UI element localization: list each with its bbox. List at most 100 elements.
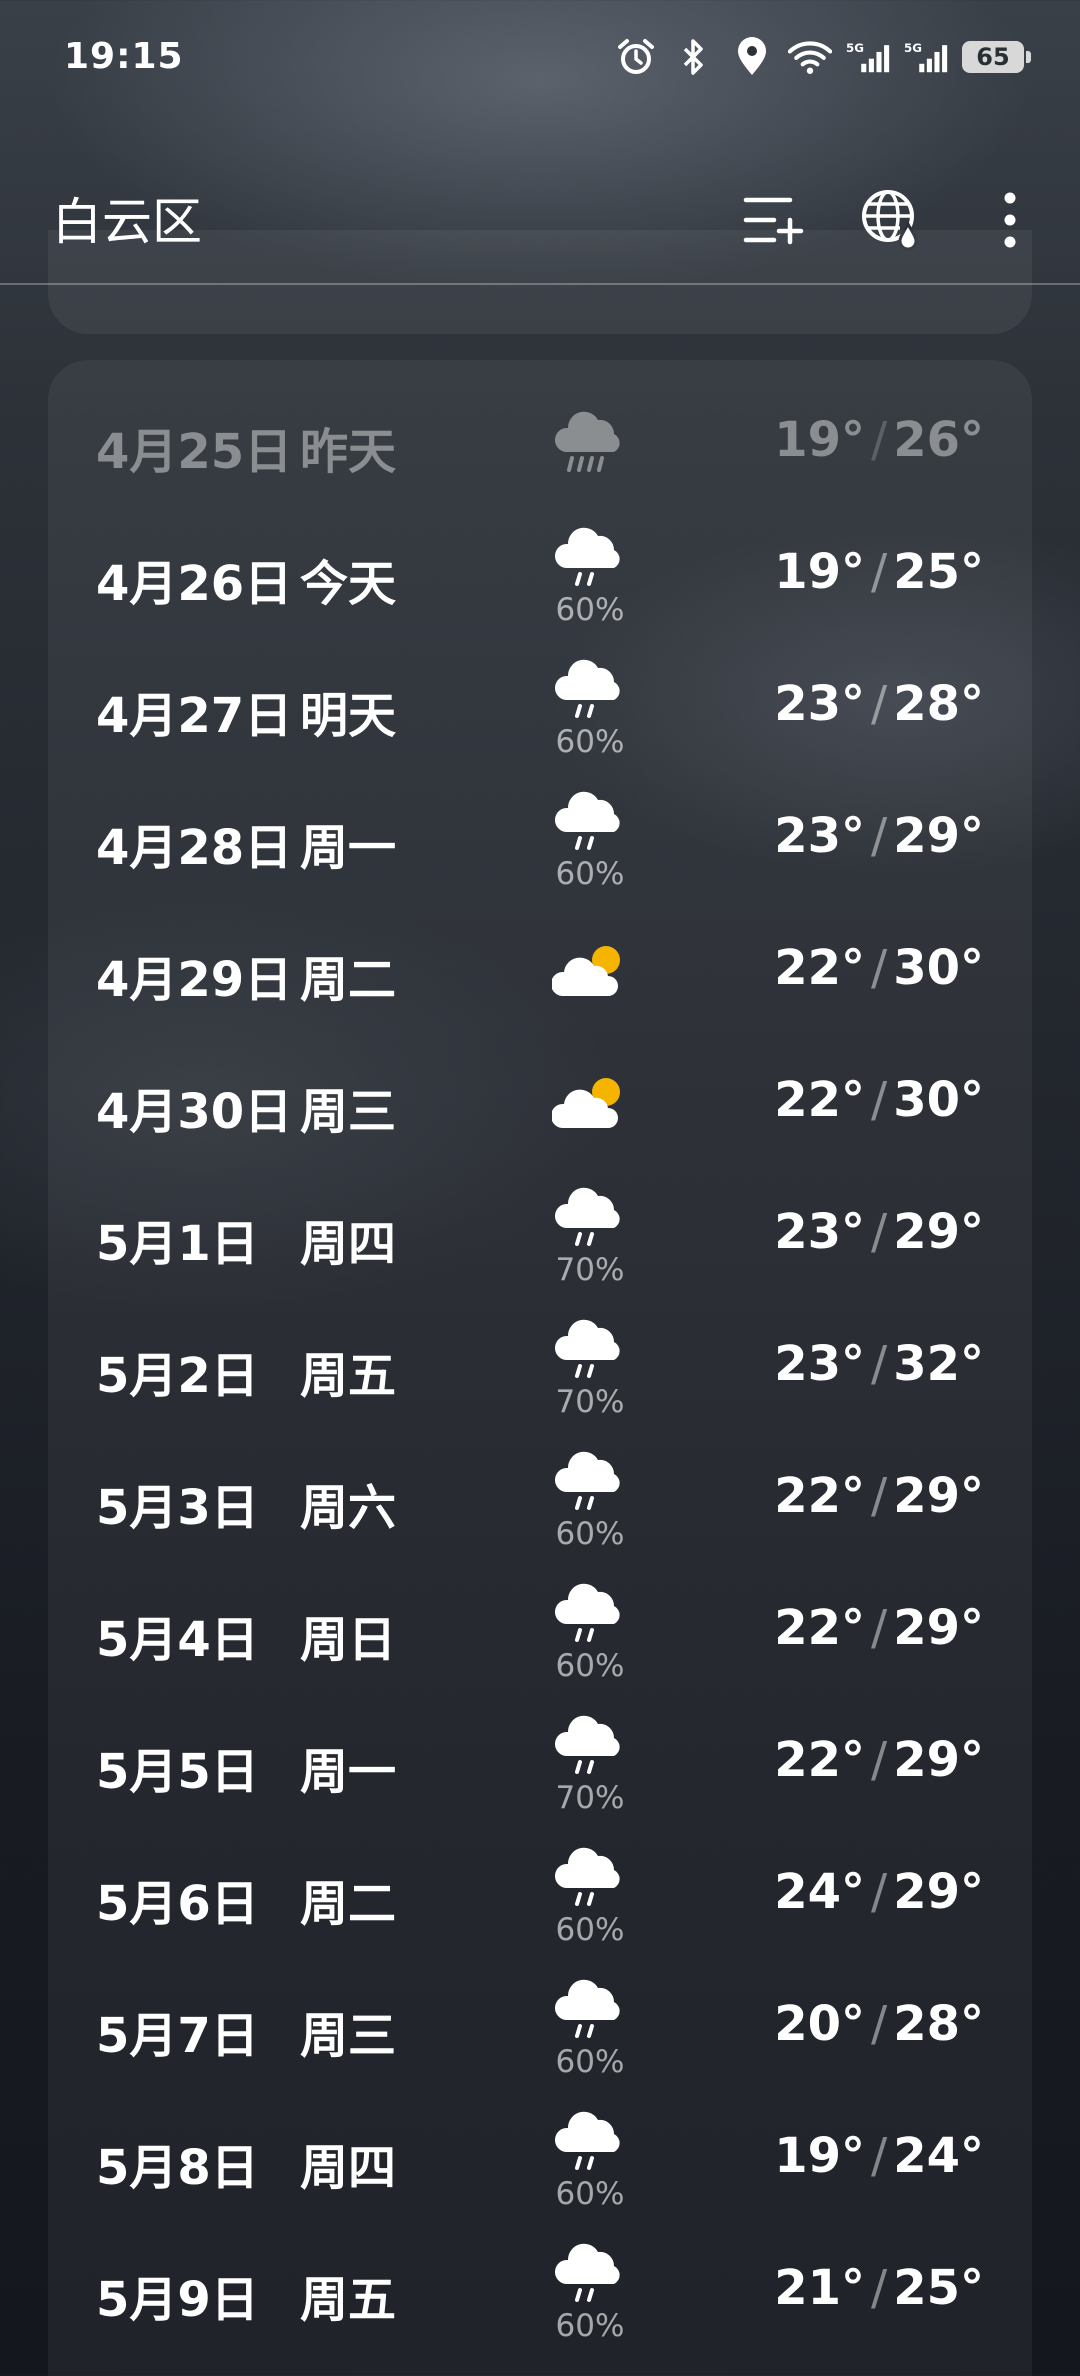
precip-probability: 60%	[555, 1648, 625, 1684]
rain-cloud-icon	[552, 1446, 628, 1518]
temp-separator: /	[871, 676, 888, 732]
forecast-date: 4月30日	[96, 1084, 293, 1140]
high-temp: 32°	[893, 1336, 984, 1392]
temperature-range: 19°/25°	[774, 544, 984, 600]
forecast-row[interactable]: 5月6日 周二 60% 24°/29°	[48, 1840, 1032, 1972]
low-temp: 19°	[774, 544, 866, 600]
5g-signal-icon: 5G	[846, 35, 890, 79]
forecast-row[interactable]: 5月5日 周一 70% 22°/29°	[48, 1708, 1032, 1840]
rain-cloud-icon	[552, 522, 628, 594]
forecast-date: 5月7日	[96, 2008, 259, 2064]
precip-probability: 70%	[555, 1384, 625, 1420]
forecast-row[interactable]: 4月29日 周二 22°/30°	[48, 916, 1032, 1048]
high-temp: 29°	[893, 1732, 984, 1788]
forecast-day: 周二	[300, 1876, 397, 1932]
forecast-date: 5月5日	[96, 1744, 259, 1800]
rain-cloud-icon	[552, 654, 628, 726]
bluetooth-icon	[672, 35, 716, 79]
forecast-day: 昨天	[300, 424, 397, 480]
precip-probability: 70%	[555, 1252, 625, 1288]
temp-separator: /	[871, 2128, 888, 2184]
temperature-range: 23°/28°	[774, 676, 984, 732]
forecast-date: 5月8日	[96, 2140, 259, 2196]
forecast-row[interactable]: 5月2日 周五 70% 23°/32°	[48, 1312, 1032, 1444]
temperature-range: 22°/29°	[774, 1468, 984, 1524]
low-temp: 22°	[774, 940, 866, 996]
temperature-range: 19°/24°	[774, 2128, 984, 2184]
precip-probability: 60%	[555, 856, 625, 892]
forecast-date: 5月4日	[96, 1612, 259, 1668]
temperature-range: 22°/29°	[774, 1600, 984, 1656]
forecast-day: 周三	[300, 2008, 397, 2064]
forecast-day: 周五	[300, 1348, 397, 1404]
wifi-icon	[788, 35, 832, 79]
low-temp: 22°	[774, 1732, 866, 1788]
forecast-date: 4月26日	[96, 556, 293, 612]
forecast-day: 周三	[300, 1084, 397, 1140]
forecast-row[interactable]: 5月7日 周三 60% 20°/28°	[48, 1972, 1032, 2104]
forecast-row[interactable]: 4月27日 明天 60% 23°/28°	[48, 652, 1032, 784]
rain-cloud-icon	[552, 1578, 628, 1650]
high-temp: 25°	[893, 2260, 984, 2316]
low-temp: 23°	[774, 1336, 866, 1392]
high-temp: 26°	[893, 412, 984, 468]
precip-probability: 70%	[555, 1780, 625, 1816]
temperature-range: 20°/28°	[774, 1996, 984, 2052]
forecast-day: 周六	[300, 1480, 397, 1536]
low-temp: 23°	[774, 808, 866, 864]
forecast-day: 周四	[300, 1216, 397, 1272]
svg-text:5G: 5G	[846, 41, 864, 55]
low-temp: 23°	[774, 676, 866, 732]
forecast-day: 周四	[300, 2140, 397, 2196]
temp-separator: /	[871, 1336, 888, 1392]
high-temp: 30°	[893, 940, 984, 996]
status-bar: 19:15 5G 5G 65	[0, 0, 1080, 120]
high-temp: 29°	[893, 1600, 984, 1656]
forecast-row[interactable]: 5月4日 周日 60% 22°/29°	[48, 1576, 1032, 1708]
temp-separator: /	[871, 940, 888, 996]
forecast-day: 周一	[300, 1744, 397, 1800]
location-icon	[730, 35, 774, 79]
forecast-row[interactable]: 5月3日 周六 60% 22°/29°	[48, 1444, 1032, 1576]
precip-probability: 60%	[555, 2308, 625, 2344]
temp-separator: /	[871, 1996, 888, 2052]
forecast-date: 4月25日	[96, 424, 293, 480]
forecast-row[interactable]: 4月26日 今天 60% 19°/25°	[48, 520, 1032, 652]
forecast-row[interactable]: 5月8日 周四 60% 19°/24°	[48, 2104, 1032, 2236]
rain-cloud-icon	[552, 1842, 628, 1914]
rain-cloud-icon	[552, 1314, 628, 1386]
high-temp: 29°	[893, 1864, 984, 1920]
low-temp: 19°	[774, 2128, 866, 2184]
temp-separator: /	[871, 1600, 888, 1656]
forecast-row[interactable]: 5月9日 周五 60% 21°/25°	[48, 2236, 1032, 2368]
temp-separator: /	[871, 1732, 888, 1788]
precip-probability: 60%	[555, 2044, 625, 2080]
rain-cloud-icon	[552, 1182, 628, 1254]
forecast-date: 4月27日	[96, 688, 293, 744]
status-icons: 5G 5G 65	[614, 32, 1031, 82]
low-temp: 20°	[774, 1996, 866, 2052]
forecast-day: 周日	[300, 1612, 397, 1668]
low-temp: 23°	[774, 1204, 866, 1260]
temp-separator: /	[871, 1468, 888, 1524]
forecast-row[interactable]: 5月1日 周四 70% 23°/29°	[48, 1180, 1032, 1312]
status-time: 19:15	[64, 36, 184, 77]
temp-separator: /	[871, 2260, 888, 2316]
forecast-day: 周一	[300, 820, 397, 876]
forecast-row[interactable]: 4月28日 周一 60% 23°/29°	[48, 784, 1032, 916]
high-temp: 28°	[893, 676, 984, 732]
temperature-range: 22°/29°	[774, 1732, 984, 1788]
forecast-day: 明天	[300, 688, 397, 744]
rain-cloud-icon	[552, 786, 628, 858]
temp-separator: /	[871, 544, 888, 600]
forecast-date: 5月3日	[96, 1480, 259, 1536]
previous-card	[48, 230, 1032, 334]
high-temp: 29°	[893, 1204, 984, 1260]
forecast-row[interactable]: 4月25日 昨天 19°/26°	[48, 388, 1032, 520]
temp-separator: /	[871, 1072, 888, 1128]
rain-cloud-icon	[552, 2106, 628, 2178]
forecast-row[interactable]: 4月30日 周三 22°/30°	[48, 1048, 1032, 1180]
rain-cloud-icon	[552, 1974, 628, 2046]
svg-text:5G: 5G	[904, 41, 922, 55]
temp-separator: /	[871, 1864, 888, 1920]
